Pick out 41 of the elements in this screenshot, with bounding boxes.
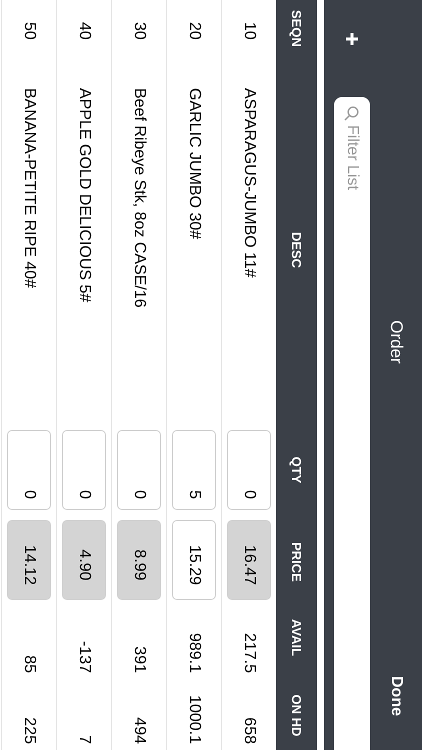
price-field[interactable]: 15.29 (172, 520, 216, 600)
quantity-field[interactable]: 0 (62, 430, 106, 510)
sequence-number: 20 (185, 21, 203, 42)
quantity-field[interactable]: 0 (117, 430, 161, 510)
on-hand-quantity: 494 (130, 716, 148, 746)
item-description: GARLIC JUMBO 30# (185, 87, 203, 242)
quantity-field[interactable]: 0 (227, 430, 271, 510)
item-description: APPLE GOLD DELICIOUS 5# (75, 87, 93, 304)
available-quantity: 391 (130, 645, 148, 675)
item-description: Beef Ribeye Stk, 8oz CASE/16 (130, 87, 148, 310)
search-icon (344, 106, 359, 121)
available-quantity: 85 (20, 654, 38, 675)
screen-title: Order (386, 320, 406, 364)
price-field: 4.90 (62, 520, 106, 600)
filter-field[interactable]: Filter List (334, 97, 370, 750)
quantity-field[interactable]: 5 (172, 430, 216, 510)
price-field: 16.47 (227, 520, 271, 600)
column-header: ON HD (289, 694, 304, 738)
column-header: PRICE (289, 541, 304, 584)
sequence-number: 50 (20, 21, 38, 42)
column-header: QTY (289, 456, 304, 486)
done-button[interactable]: Done (387, 676, 405, 740)
on-hand-quantity: 658 (240, 716, 258, 746)
column-header: AVAIL (289, 618, 304, 658)
on-hand-quantity: 1000.1 (185, 694, 203, 746)
plus-icon (345, 32, 359, 46)
price-field: 14.12 (7, 520, 51, 600)
item-description: BANANA-PETITE RIPE 40# (20, 87, 38, 290)
on-hand-quantity: 7 (75, 734, 93, 746)
sequence-number: 30 (130, 21, 148, 42)
price-field: 8.99 (117, 520, 161, 600)
item-description: ASPARAGUS-JUMBO 11# (240, 87, 258, 280)
column-header: SEQN (289, 9, 304, 49)
column-header: DESC (289, 230, 304, 270)
sequence-number: 40 (75, 21, 93, 42)
quantity-field[interactable]: 0 (7, 430, 51, 510)
available-quantity: -137 (75, 640, 93, 675)
on-hand-quantity: 225 (20, 716, 38, 746)
available-quantity: 217.5 (240, 632, 258, 675)
available-quantity: 989.1 (185, 632, 203, 675)
sequence-number: 10 (240, 21, 258, 42)
